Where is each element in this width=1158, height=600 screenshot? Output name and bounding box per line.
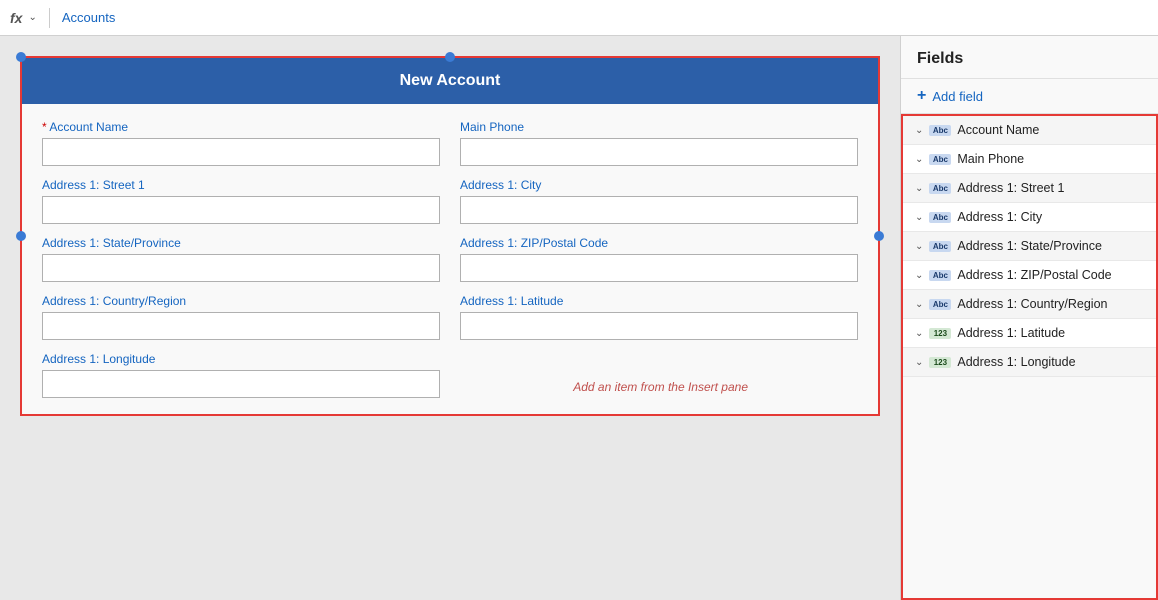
field-type-icon: Abc bbox=[929, 183, 951, 194]
field-type-icon: Abc bbox=[929, 241, 951, 252]
field-grid: Account Name Main Phone Address 1: Stree… bbox=[42, 120, 858, 398]
top-bar-separator bbox=[49, 8, 50, 28]
field-item-label: Main Phone bbox=[957, 152, 1024, 166]
field-item-address-city[interactable]: ⌄ Abc Address 1: City bbox=[903, 203, 1156, 232]
input-address-lon[interactable] bbox=[42, 370, 440, 398]
plus-icon: + bbox=[917, 87, 926, 105]
chevron-icon: ⌄ bbox=[915, 154, 923, 165]
label-address-street: Address 1: Street 1 bbox=[42, 178, 440, 192]
chevron-icon: ⌄ bbox=[915, 241, 923, 252]
fx-chevron-icon[interactable]: ⌄ bbox=[28, 12, 36, 23]
chevron-icon: ⌄ bbox=[915, 183, 923, 194]
fields-panel-title: Fields bbox=[901, 36, 1158, 79]
field-group-address-street: Address 1: Street 1 bbox=[42, 178, 440, 224]
form-header: New Account bbox=[22, 58, 878, 104]
field-item-label: Address 1: Street 1 bbox=[957, 181, 1064, 195]
field-item-address-country[interactable]: ⌄ Abc Address 1: Country/Region bbox=[903, 290, 1156, 319]
breadcrumb[interactable]: Accounts bbox=[62, 10, 115, 25]
label-address-country: Address 1: Country/Region bbox=[42, 294, 440, 308]
field-item-label: Address 1: ZIP/Postal Code bbox=[957, 268, 1111, 282]
field-item-address-street[interactable]: ⌄ Abc Address 1: Street 1 bbox=[903, 174, 1156, 203]
input-address-street[interactable] bbox=[42, 196, 440, 224]
add-field-label: Add field bbox=[932, 89, 983, 104]
field-group-address-lat: Address 1: Latitude bbox=[460, 294, 858, 340]
field-item-address-zip[interactable]: ⌄ Abc Address 1: ZIP/Postal Code bbox=[903, 261, 1156, 290]
main-layout: New Account Account Name Main Phone bbox=[0, 36, 1158, 600]
field-item-label: Address 1: Latitude bbox=[957, 326, 1065, 340]
chevron-icon: ⌄ bbox=[915, 328, 923, 339]
form-title: New Account bbox=[400, 72, 501, 89]
input-address-country[interactable] bbox=[42, 312, 440, 340]
field-type-icon: 123 bbox=[929, 328, 951, 339]
field-item-address-lat[interactable]: ⌄ 123 Address 1: Latitude bbox=[903, 319, 1156, 348]
field-group-address-zip: Address 1: ZIP/Postal Code bbox=[460, 236, 858, 282]
field-item-main-phone[interactable]: ⌄ Abc Main Phone bbox=[903, 145, 1156, 174]
field-item-label: Address 1: City bbox=[957, 210, 1042, 224]
top-bar: fx ⌄ Accounts bbox=[0, 0, 1158, 36]
form-container: New Account Account Name Main Phone bbox=[20, 56, 880, 416]
handle-top-left[interactable] bbox=[16, 52, 26, 62]
chevron-icon: ⌄ bbox=[915, 212, 923, 223]
input-account-name[interactable] bbox=[42, 138, 440, 166]
field-type-icon: Abc bbox=[929, 154, 951, 165]
chevron-icon: ⌄ bbox=[915, 125, 923, 136]
fx-icon: fx bbox=[10, 10, 22, 26]
field-group-address-country: Address 1: Country/Region bbox=[42, 294, 440, 340]
field-item-label: Account Name bbox=[957, 123, 1039, 137]
field-type-icon: Abc bbox=[929, 125, 951, 136]
insert-hint: Add an item from the Insert pane bbox=[573, 380, 748, 394]
input-address-lat[interactable] bbox=[460, 312, 858, 340]
field-type-icon: 123 bbox=[929, 357, 951, 368]
label-address-city: Address 1: City bbox=[460, 178, 858, 192]
field-item-label: Address 1: Country/Region bbox=[957, 297, 1107, 311]
field-group-address-city: Address 1: City bbox=[460, 178, 858, 224]
field-type-icon: Abc bbox=[929, 299, 951, 310]
field-item-address-lon[interactable]: ⌄ 123 Address 1: Longitude bbox=[903, 348, 1156, 377]
chevron-icon: ⌄ bbox=[915, 270, 923, 281]
input-main-phone[interactable] bbox=[460, 138, 858, 166]
right-panel: Fields + Add field ⌄ Abc Account Name ⌄ … bbox=[900, 36, 1158, 600]
canvas-area: New Account Account Name Main Phone bbox=[0, 36, 900, 600]
fields-list: ⌄ Abc Account Name ⌄ Abc Main Phone ⌄ Ab… bbox=[901, 114, 1158, 600]
add-field-button[interactable]: + Add field bbox=[901, 79, 1158, 114]
chevron-icon: ⌄ bbox=[915, 299, 923, 310]
label-address-state: Address 1: State/Province bbox=[42, 236, 440, 250]
field-item-address-state[interactable]: ⌄ Abc Address 1: State/Province bbox=[903, 232, 1156, 261]
label-address-lat: Address 1: Latitude bbox=[460, 294, 858, 308]
field-group-main-phone: Main Phone bbox=[460, 120, 858, 166]
label-main-phone: Main Phone bbox=[460, 120, 858, 134]
field-item-label: Address 1: State/Province bbox=[957, 239, 1102, 253]
field-group-address-state: Address 1: State/Province bbox=[42, 236, 440, 282]
label-address-lon: Address 1: Longitude bbox=[42, 352, 440, 366]
input-address-state[interactable] bbox=[42, 254, 440, 282]
handle-top-mid[interactable] bbox=[445, 52, 455, 62]
field-item-account-name[interactable]: ⌄ Abc Account Name bbox=[903, 116, 1156, 145]
label-account-name: Account Name bbox=[42, 120, 440, 134]
input-address-city[interactable] bbox=[460, 196, 858, 224]
field-group-account-name: Account Name bbox=[42, 120, 440, 166]
field-group-address-lon: Address 1: Longitude bbox=[42, 352, 440, 398]
field-type-icon: Abc bbox=[929, 270, 951, 281]
field-item-label: Address 1: Longitude bbox=[957, 355, 1075, 369]
form-body: Account Name Main Phone Address 1: Stree… bbox=[22, 104, 878, 414]
field-type-icon: Abc bbox=[929, 212, 951, 223]
input-address-zip[interactable] bbox=[460, 254, 858, 282]
label-address-zip: Address 1: ZIP/Postal Code bbox=[460, 236, 858, 250]
chevron-icon: ⌄ bbox=[915, 357, 923, 368]
